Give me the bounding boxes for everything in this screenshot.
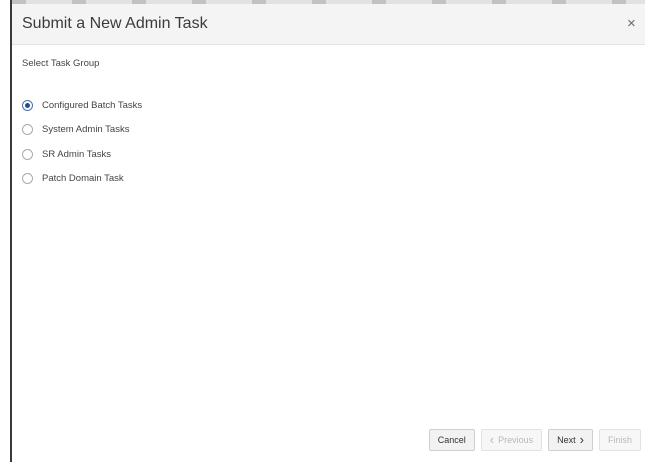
previous-button[interactable]: ‹ Previous [480, 429, 543, 451]
next-button-label: Next [557, 435, 576, 445]
radio-selected-dot [25, 102, 30, 108]
dialog-title: Submit a New Admin Task [22, 15, 208, 32]
admin-task-dialog: Submit a New Admin Task × Select Task Gr… [12, 4, 645, 462]
radio-label: SR Admin Tasks [42, 148, 111, 160]
next-button[interactable]: Next › [548, 429, 593, 451]
finish-button-label: Finish [607, 435, 632, 445]
cancel-button[interactable]: Cancel [428, 429, 475, 451]
radio-label: Configured Batch Tasks [42, 99, 143, 111]
radio-system-admin-tasks[interactable]: System Admin Tasks [22, 118, 142, 143]
cancel-button-label: Cancel [437, 435, 466, 445]
task-group-radio-list: Configured Batch Tasks System Admin Task… [22, 93, 142, 191]
dialog-footer-buttons: Cancel ‹ Previous Next › Finish [428, 429, 641, 451]
radio-label: Patch Domain Task [42, 173, 124, 185]
dialog-header: Submit a New Admin Task × [12, 4, 645, 45]
radio-button[interactable] [22, 148, 33, 160]
radio-button[interactable] [22, 173, 33, 185]
radio-button-selected[interactable] [22, 99, 33, 111]
task-group-label: Select Task Group [22, 58, 100, 69]
radio-patch-domain-task[interactable]: Patch Domain Task [22, 167, 142, 192]
radio-button[interactable] [22, 124, 33, 136]
radio-label: System Admin Tasks [42, 124, 130, 136]
finish-button[interactable]: Finish [598, 429, 641, 451]
window-left-border [0, 0, 12, 462]
radio-configured-batch-tasks[interactable]: Configured Batch Tasks [22, 93, 142, 118]
radio-sr-admin-tasks[interactable]: SR Admin Tasks [22, 142, 142, 167]
previous-button-label: Previous [498, 435, 534, 445]
chevron-right-icon: › [579, 432, 584, 447]
close-icon[interactable]: × [627, 16, 641, 32]
chevron-left-icon: ‹ [489, 432, 495, 447]
